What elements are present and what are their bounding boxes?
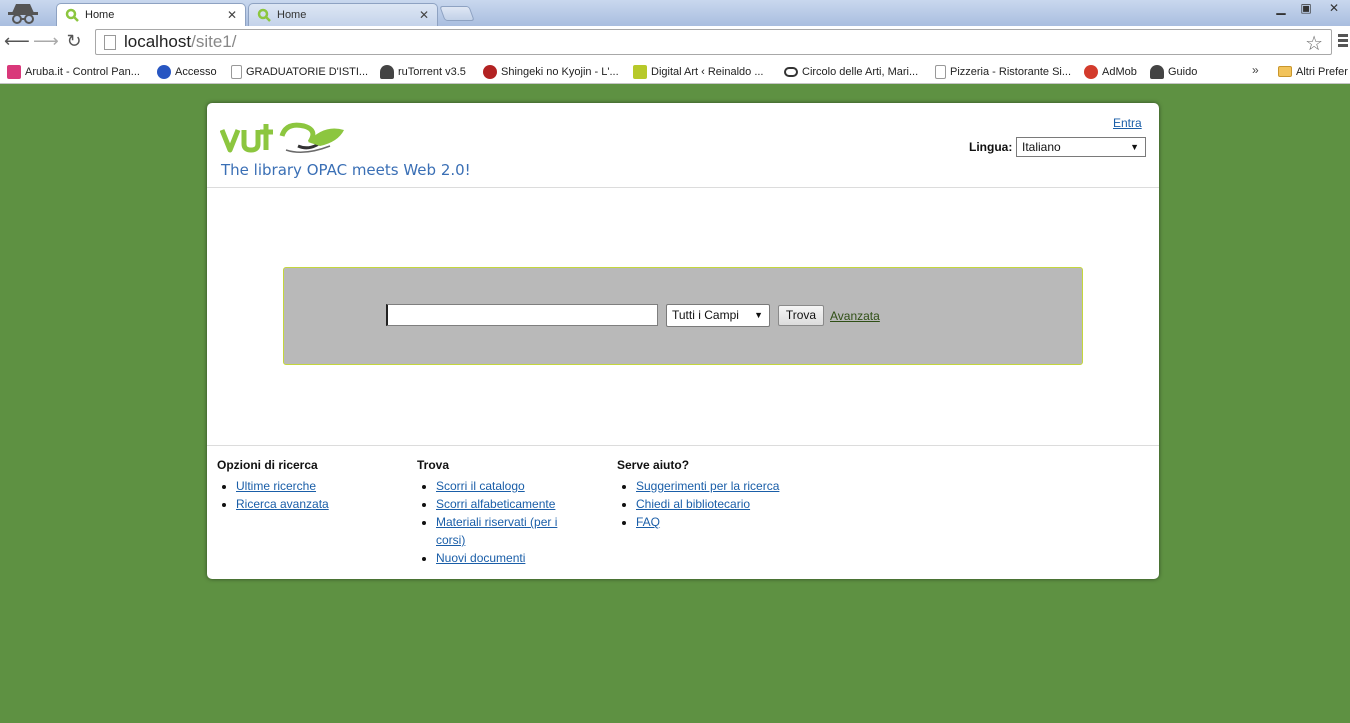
new-tab-button[interactable] xyxy=(439,6,475,21)
language-select[interactable]: Italiano ▼ xyxy=(1016,137,1146,157)
shingeki-icon xyxy=(483,64,497,79)
incognito-icon xyxy=(8,4,38,24)
tab-label: Home xyxy=(277,9,307,21)
vufind-favicon-icon xyxy=(257,8,271,22)
dropdown-arrow-icon: ▼ xyxy=(1130,142,1139,152)
bookmark-circolo[interactable]: Circolo delle Arti, Mari... xyxy=(784,63,918,80)
search-input[interactable] xyxy=(386,304,658,326)
bookmark-admob[interactable]: AdMob xyxy=(1084,63,1137,80)
footer-heading: Serve aiuto? xyxy=(617,458,690,472)
bookmark-other-folder[interactable]: Altri Prefer xyxy=(1278,63,1348,80)
url-path: /site1/ xyxy=(191,32,237,51)
close-window-button[interactable]: ✕ xyxy=(1320,0,1348,18)
footer-search-options: Opzioni di ricerca Ultime ricerche Ricer… xyxy=(217,458,407,513)
tab-close-icon[interactable]: ✕ xyxy=(417,8,431,22)
tab-home-inactive[interactable]: Home ✕ xyxy=(248,3,438,26)
bookmark-digital-art[interactable]: Digital Art ‹ Reinaldo ... xyxy=(633,63,764,80)
bookmark-aruba[interactable]: Aruba.it - Control Pan... xyxy=(7,63,140,80)
page-icon xyxy=(104,34,116,50)
language-label: Lingua: xyxy=(969,140,1013,154)
digitalart-icon xyxy=(633,64,647,79)
rutorrent-icon xyxy=(380,64,394,79)
advanced-search-footer-link[interactable]: Ricerca avanzata xyxy=(236,497,329,511)
bookmark-label: ruTorrent v3.5 xyxy=(398,65,466,78)
search-field-select[interactable]: Tutti i Campi ▼ xyxy=(666,304,770,327)
forward-arrow-icon[interactable]: ⟶ xyxy=(33,30,59,54)
bookmark-label: AdMob xyxy=(1102,65,1137,78)
language-select-value: Italiano xyxy=(1022,140,1061,154)
new-items-link[interactable]: Nuovi documenti xyxy=(436,551,525,565)
bookmark-label: Guido xyxy=(1168,65,1198,78)
bookmark-shingeki[interactable]: Shingeki no Kyojin - L'... xyxy=(483,63,619,80)
tripadvisor-icon xyxy=(784,66,798,77)
bookmark-pizzeria[interactable]: Pizzeria - Ristorante Si... xyxy=(935,63,1071,80)
recent-searches-link[interactable]: Ultime ricerche xyxy=(236,479,316,493)
vufind-favicon-icon xyxy=(65,8,79,22)
tab-close-icon[interactable]: ✕ xyxy=(225,8,239,22)
chrome-menu-icon[interactable] xyxy=(1338,34,1350,50)
advanced-search-link[interactable]: Avanzata xyxy=(830,309,880,323)
vufind-logo[interactable] xyxy=(220,116,350,161)
search-panel: Tutti i Campi ▼ Trova Avanzata xyxy=(283,267,1083,365)
folder-icon xyxy=(1278,66,1292,77)
browse-alphabetically-link[interactable]: Scorri alfabeticamente xyxy=(436,497,555,511)
reload-icon[interactable]: ↻ xyxy=(62,30,86,54)
bookmark-label: Pizzeria - Ristorante Si... xyxy=(950,65,1072,78)
back-arrow-icon[interactable]: ⟵ xyxy=(4,30,30,54)
page-icon xyxy=(935,64,946,79)
login-link[interactable]: Entra xyxy=(1113,116,1142,130)
bookmark-label: Shingeki no Kyojin - L'... xyxy=(501,65,619,78)
maximize-button[interactable]: ▣ xyxy=(1295,0,1317,18)
bookmark-label: Circolo delle Arti, Mari... xyxy=(802,65,919,78)
bookmark-label: GRADUATORIE D'ISTI... xyxy=(246,65,369,78)
address-bar[interactable]: localhost /site1/ ☆ xyxy=(95,29,1332,55)
minimize-button[interactable]: ▁ xyxy=(1270,0,1292,18)
tab-label: Home xyxy=(85,9,115,21)
search-field-value: Tutti i Campi xyxy=(672,308,739,322)
guido-icon xyxy=(1150,64,1164,79)
site-tagline: The library OPAC meets Web 2.0! xyxy=(221,161,471,179)
browser-titlebar: Home ✕ Home ✕ ▁ ▣ ✕ xyxy=(0,0,1350,26)
page-icon xyxy=(231,64,242,79)
ask-librarian-link[interactable]: Chiedi al bibliotecario xyxy=(636,497,750,511)
bookmark-label: Aruba.it - Control Pan... xyxy=(25,65,140,78)
aruba-icon xyxy=(7,64,21,79)
footer-find: Trova Scorri il catalogo Scorri alfabeti… xyxy=(417,458,567,567)
page-footer: Opzioni di ricerca Ultime ricerche Ricer… xyxy=(207,445,1159,579)
info-icon xyxy=(157,64,171,79)
url-host: localhost xyxy=(124,32,192,51)
browser-toolbar: ⟵ ⟶ ↻ localhost /site1/ ☆ xyxy=(0,26,1350,59)
bookmark-rutorrent[interactable]: ruTorrent v3.5 xyxy=(380,63,466,80)
footer-heading: Opzioni di ricerca xyxy=(217,458,318,472)
search-tips-link[interactable]: Suggerimenti per la ricerca xyxy=(636,479,779,493)
tab-home-active[interactable]: Home ✕ xyxy=(56,3,246,26)
faq-link[interactable]: FAQ xyxy=(636,515,660,529)
footer-help: Serve aiuto? Suggerimenti per la ricerca… xyxy=(617,458,807,531)
bookmark-label: Accesso xyxy=(175,65,217,78)
dropdown-arrow-icon: ▼ xyxy=(754,310,763,320)
bookmark-guido[interactable]: Guido xyxy=(1150,63,1197,80)
bookmarks-bar: Aruba.it - Control Pan... Accesso GRADUA… xyxy=(0,59,1350,84)
course-reserves-link[interactable]: Materiali riservati (per i corsi) xyxy=(436,515,557,547)
page-header: The library OPAC meets Web 2.0! Entra Li… xyxy=(207,103,1159,188)
bookmark-accesso[interactable]: Accesso xyxy=(157,63,217,80)
bookmark-star-icon[interactable]: ☆ xyxy=(1305,31,1323,56)
search-submit-button[interactable]: Trova xyxy=(778,305,824,326)
bookmark-graduatorie[interactable]: GRADUATORIE D'ISTI... xyxy=(231,63,368,80)
browse-catalog-link[interactable]: Scorri il catalogo xyxy=(436,479,525,493)
more-bookmarks-chevron-icon[interactable]: » xyxy=(1252,63,1259,77)
main-card: The library OPAC meets Web 2.0! Entra Li… xyxy=(207,103,1159,579)
bookmark-label: Altri Prefer xyxy=(1296,65,1348,78)
admob-icon xyxy=(1084,64,1098,79)
footer-heading: Trova xyxy=(417,458,450,472)
bookmark-label: Digital Art ‹ Reinaldo ... xyxy=(651,65,764,78)
